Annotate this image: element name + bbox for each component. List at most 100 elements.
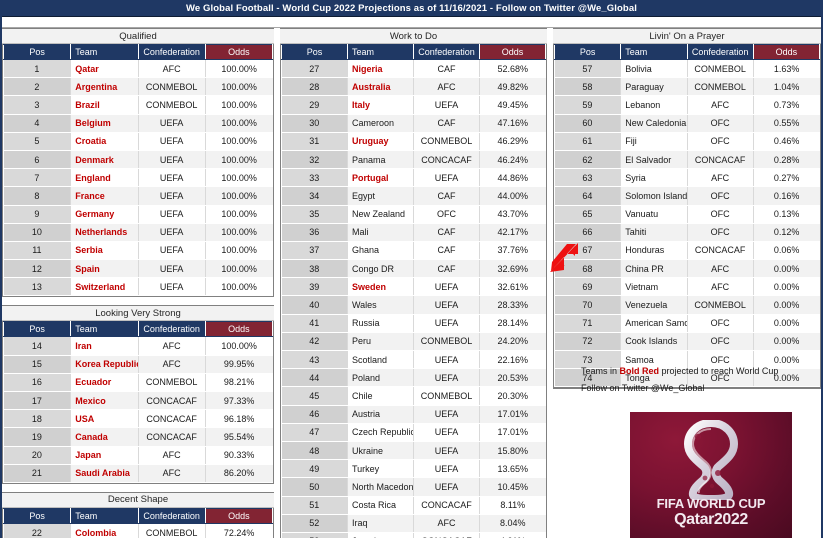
cell-odds[interactable]: 0.73% [753, 95, 820, 115]
cell-pos[interactable]: 38 [281, 259, 348, 279]
cell-confederation[interactable]: UEFA [413, 350, 480, 370]
cell-odds[interactable]: 96.18% [205, 409, 273, 429]
cell-confederation[interactable]: OFC [413, 205, 480, 224]
cell-team[interactable]: Belgium [70, 114, 139, 133]
cell-confederation[interactable]: UEFA [413, 314, 480, 333]
cell-confederation[interactable]: UEFA [138, 259, 206, 279]
table-row[interactable]: 57 Bolivia CONMEBOL 1.63% [554, 59, 820, 79]
column-header-pos[interactable]: Pos [553, 44, 622, 60]
cell-team[interactable]: Czech Republic [347, 423, 414, 442]
cell-confederation[interactable]: UEFA [138, 132, 206, 151]
cell-confederation[interactable]: CAF [413, 59, 480, 79]
cell-team[interactable]: Cook Islands [620, 332, 688, 352]
cell-odds[interactable]: 44.86% [479, 168, 546, 188]
table-row[interactable]: 47 Czech Republic UEFA 17.01% [281, 423, 546, 442]
table-row[interactable]: 37 Ghana CAF 37.76% [281, 241, 546, 261]
cell-confederation[interactable]: AFC [687, 95, 754, 115]
column-header-team[interactable]: Team [70, 321, 139, 338]
cell-confederation[interactable]: CONMEBOL [138, 373, 206, 393]
cell-pos[interactable]: 17 [3, 391, 72, 411]
cell-odds[interactable]: 46.29% [479, 132, 546, 151]
cell-team[interactable]: Saudi Arabia [70, 464, 139, 483]
cell-pos[interactable]: 51 [281, 496, 348, 515]
table-row[interactable]: 59 Lebanon AFC 0.73% [554, 95, 820, 115]
cell-odds[interactable]: 44.00% [479, 186, 546, 206]
table-row[interactable]: 13 Switzerland UEFA 100.00% [3, 277, 273, 297]
cell-odds[interactable]: 24.20% [479, 332, 546, 352]
cell-confederation[interactable]: CAF [413, 241, 480, 261]
cell-team[interactable]: Vanuatu [620, 205, 688, 224]
cell-confederation[interactable]: AFC [687, 277, 754, 297]
cell-pos[interactable]: 64 [554, 186, 622, 206]
column-header-team[interactable]: Team [347, 44, 414, 60]
table-row[interactable]: 33 Portugal UEFA 44.86% [281, 168, 546, 188]
cell-pos[interactable]: 29 [281, 95, 348, 115]
table-row[interactable]: 40 Wales UEFA 28.33% [281, 295, 546, 315]
table-row[interactable]: 21 Saudi Arabia AFC 86.20% [3, 464, 273, 483]
cell-pos[interactable]: 53 [281, 532, 348, 538]
table-row[interactable]: 35 New Zealand OFC 43.70% [281, 205, 546, 224]
cell-team[interactable]: El Salvador [620, 150, 688, 170]
cell-team[interactable]: Turkey [347, 459, 414, 479]
cell-pos[interactable]: 45 [281, 386, 348, 406]
cell-confederation[interactable]: CONMEBOL [687, 295, 754, 315]
cell-odds[interactable]: 99.95% [205, 355, 273, 374]
cell-team[interactable]: Iran [70, 336, 139, 356]
cell-pos[interactable]: 63 [554, 168, 622, 188]
cell-team[interactable]: Honduras [620, 241, 688, 261]
cell-team[interactable]: Mexico [70, 391, 139, 411]
cell-team[interactable]: Switzerland [70, 277, 139, 297]
cell-odds[interactable]: 22.16% [479, 350, 546, 370]
cell-team[interactable]: Lebanon [620, 95, 688, 115]
cell-odds[interactable]: 1.63% [753, 59, 820, 79]
column-header-pos[interactable]: Pos [2, 321, 72, 338]
cell-pos[interactable]: 15 [3, 355, 72, 374]
cell-confederation[interactable]: AFC [138, 59, 206, 79]
cell-pos[interactable]: 16 [3, 373, 72, 393]
table-row[interactable]: 52 Iraq AFC 8.04% [281, 514, 546, 533]
cell-pos[interactable]: 40 [281, 295, 348, 315]
cell-confederation[interactable]: UEFA [413, 368, 480, 388]
cell-odds[interactable]: 8.11% [479, 496, 546, 515]
cell-odds[interactable]: 28.33% [479, 295, 546, 315]
cell-team[interactable]: Syria [620, 168, 688, 188]
cell-pos[interactable]: 27 [281, 59, 348, 79]
cell-pos[interactable]: 28 [281, 77, 348, 97]
cell-confederation[interactable]: AFC [687, 259, 754, 279]
cell-pos[interactable]: 62 [554, 150, 622, 170]
table-row[interactable]: 70 Venezuela CONMEBOL 0.00% [554, 295, 820, 315]
cell-confederation[interactable]: CONMEBOL [138, 95, 206, 115]
table-row[interactable]: 12 Spain UEFA 100.00% [3, 259, 273, 279]
cell-odds[interactable]: 28.14% [479, 314, 546, 333]
cell-odds[interactable]: 100.00% [205, 259, 273, 279]
cell-team[interactable]: New Caledonia [620, 114, 688, 133]
column-header-odds[interactable]: Odds [204, 507, 274, 524]
cell-pos[interactable]: 35 [281, 205, 348, 224]
cell-pos[interactable]: 11 [3, 241, 72, 261]
cell-pos[interactable]: 21 [3, 464, 72, 483]
table-row[interactable]: 20 Japan AFC 90.33% [3, 446, 273, 465]
cell-pos[interactable]: 52 [281, 514, 348, 533]
cell-odds[interactable]: 100.00% [205, 168, 273, 188]
table-row[interactable]: 9 Germany UEFA 100.00% [3, 205, 273, 224]
cell-odds[interactable]: 0.28% [753, 150, 820, 170]
table-row[interactable]: 65 Vanuatu OFC 0.13% [554, 205, 820, 224]
column-header-confederation[interactable]: Confederation [413, 44, 480, 60]
table-row[interactable]: 58 Paraguay CONMEBOL 1.04% [554, 77, 820, 97]
cell-confederation[interactable]: AFC [413, 77, 480, 97]
cell-team[interactable]: Uruguay [347, 132, 414, 151]
cell-pos[interactable]: 69 [554, 277, 622, 297]
cell-confederation[interactable]: UEFA [413, 423, 480, 442]
cell-odds[interactable]: 0.12% [753, 223, 820, 242]
cell-team[interactable]: Scotland [347, 350, 414, 370]
column-header-confederation[interactable]: Confederation [686, 44, 754, 60]
cell-team[interactable]: Solomon Islands [620, 186, 688, 206]
cell-odds[interactable]: 100.00% [205, 277, 273, 297]
cell-team[interactable]: Wales [347, 295, 414, 315]
cell-team[interactable]: Sweden [347, 277, 414, 297]
cell-pos[interactable]: 42 [281, 332, 348, 352]
cell-confederation[interactable]: AFC [138, 464, 206, 483]
cell-team[interactable]: Korea Republic [70, 355, 139, 374]
cell-confederation[interactable]: AFC [413, 514, 480, 533]
cell-confederation[interactable]: UEFA [413, 95, 480, 115]
